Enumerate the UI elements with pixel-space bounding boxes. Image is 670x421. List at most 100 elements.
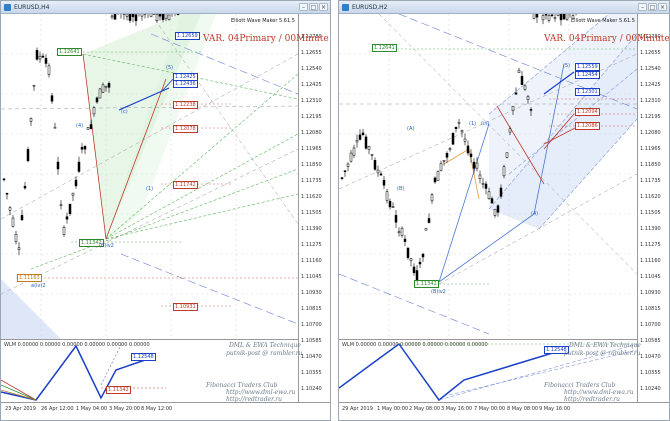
candle-body (397, 231, 401, 233)
candle-body (2, 178, 6, 181)
price-tag: 1.12436 (173, 80, 198, 88)
candle-body (346, 163, 350, 167)
candle-body (382, 179, 386, 186)
candle-body (508, 128, 512, 133)
candle-body (472, 161, 476, 169)
time-axis: 29 Apr 2019 1 May 00:00 2 May 08:00 3 Ma… (339, 402, 669, 420)
price-label: 1.12195 (640, 114, 661, 120)
credit-text: putnik-post @ rambler.ru (226, 350, 303, 357)
price-label: 1.11735 (301, 178, 322, 184)
price-tag: 1.12238 (173, 101, 198, 109)
price-label: 1.10470 (301, 354, 322, 360)
price-label: 1.10930 (640, 290, 661, 296)
maximize-button[interactable]: □ (309, 3, 318, 11)
maximize-button[interactable]: □ (648, 3, 657, 11)
candle-body (511, 106, 515, 111)
candle-body (484, 183, 488, 189)
candle-body (376, 169, 380, 174)
price-tag: 1.12641 (57, 48, 82, 56)
candle-body (499, 187, 503, 197)
candle-body (92, 107, 96, 115)
time-label: 2 May 08:00 (409, 406, 441, 412)
candle-body (451, 132, 455, 145)
candle-body (400, 227, 404, 236)
minimize-button[interactable]: – (299, 3, 308, 11)
price-tag: 1.12078 (173, 125, 198, 133)
price-label: 1.11390 (640, 226, 661, 232)
price-label: 1.11505 (640, 210, 661, 216)
candle-body (373, 160, 377, 170)
candle-body (562, 14, 566, 20)
chart-window-left[interactable]: EURUSD,H4 – □ × 1.12780 1.12655 1.12540 … (0, 0, 331, 421)
candle-body (23, 185, 27, 189)
candle-body (53, 126, 57, 129)
candle-body (26, 149, 30, 162)
price-label: 1.12080 (640, 130, 661, 136)
wave-label: (B)iv2 (99, 243, 114, 249)
price-label: 1.12540 (301, 66, 322, 72)
close-button[interactable]: × (658, 3, 667, 11)
window-title: EURUSD,H2 (352, 4, 388, 11)
price-tag: 1.11163 (17, 274, 42, 282)
price-label: 1.11160 (301, 258, 322, 264)
candle-body (481, 182, 485, 185)
price-tag: 1.12559 (575, 63, 600, 71)
chart-icon (4, 4, 11, 11)
candle-body (77, 161, 81, 172)
candle-body (433, 177, 437, 183)
price-label: 1.12195 (301, 114, 322, 120)
time-label: 29 Apr 2019 (342, 406, 373, 412)
ewm-label: Elliott Wave Maker 5.61.5 (231, 18, 295, 24)
time-label: 26 Apr 12:00 (41, 406, 74, 412)
candle-body (418, 261, 422, 265)
price-label: 1.10815 (301, 306, 322, 312)
candle-body (409, 258, 413, 261)
candle-body (128, 14, 132, 21)
price-label: 1.11850 (301, 162, 322, 168)
wave-label: (A) (407, 126, 415, 132)
price-label: 1.12080 (301, 130, 322, 136)
candle-body (352, 147, 356, 156)
price-tag: 1.12548 (131, 353, 156, 361)
candle-body (56, 161, 60, 170)
price-label: 1.11160 (640, 258, 661, 264)
indicator-pane[interactable]: WLM 0.00000 0.00000 0.00000 0.00000 0.00… (1, 339, 303, 403)
candle-body (14, 233, 18, 242)
candle-body (131, 14, 135, 18)
price-axis: 1.12780 1.12655 1.12540 1.12425 1.12310 1.121… (637, 14, 669, 408)
wave-label: (iii) (481, 121, 490, 127)
price-tag: 1.12641 (372, 44, 397, 52)
close-button[interactable]: × (319, 3, 328, 11)
candle-body (550, 14, 554, 17)
titlebar-left[interactable]: EURUSD,H4 – □ × (1, 1, 330, 14)
candle-body (86, 127, 90, 130)
time-label: 1 May 04:00 (76, 406, 108, 412)
candle-body (349, 152, 353, 162)
candle-body (445, 153, 449, 158)
candle-body (541, 15, 545, 21)
chart-window-right[interactable]: EURUSD,H2 – □ × 1.12780 1.12655 1.12540 … (338, 0, 670, 421)
indicator-pane[interactable]: WLM 0.00000 0.00000 0.00000 0.00000 0.00… (339, 339, 641, 403)
price-label: 1.10700 (640, 322, 661, 328)
price-label: 1.10470 (640, 354, 661, 360)
price-axis: 1.12780 1.12655 1.12540 1.12425 1.12310 1.121… (298, 14, 330, 408)
minimize-button[interactable]: – (638, 3, 647, 11)
price-tag: 1.11342 (414, 280, 439, 288)
candle-body (478, 174, 482, 179)
candle-body (520, 76, 524, 85)
price-chart[interactable] (1, 14, 298, 339)
price-tag: 1.10931 (173, 303, 198, 311)
price-label: 1.11275 (301, 242, 322, 248)
candle-body (95, 97, 99, 103)
candle-body (502, 166, 506, 177)
candle-body (544, 14, 548, 16)
candle-body (167, 14, 171, 20)
price-tag: 1.11342 (106, 386, 131, 394)
candle-body (41, 55, 45, 58)
candle-body (379, 173, 383, 176)
candle-body (20, 215, 24, 221)
titlebar-right[interactable]: EURUSD,H2 – □ × (339, 1, 669, 14)
wave-label: (c) (121, 109, 128, 115)
price-label: 1.11275 (640, 242, 661, 248)
price-label: 1.10930 (301, 290, 322, 296)
